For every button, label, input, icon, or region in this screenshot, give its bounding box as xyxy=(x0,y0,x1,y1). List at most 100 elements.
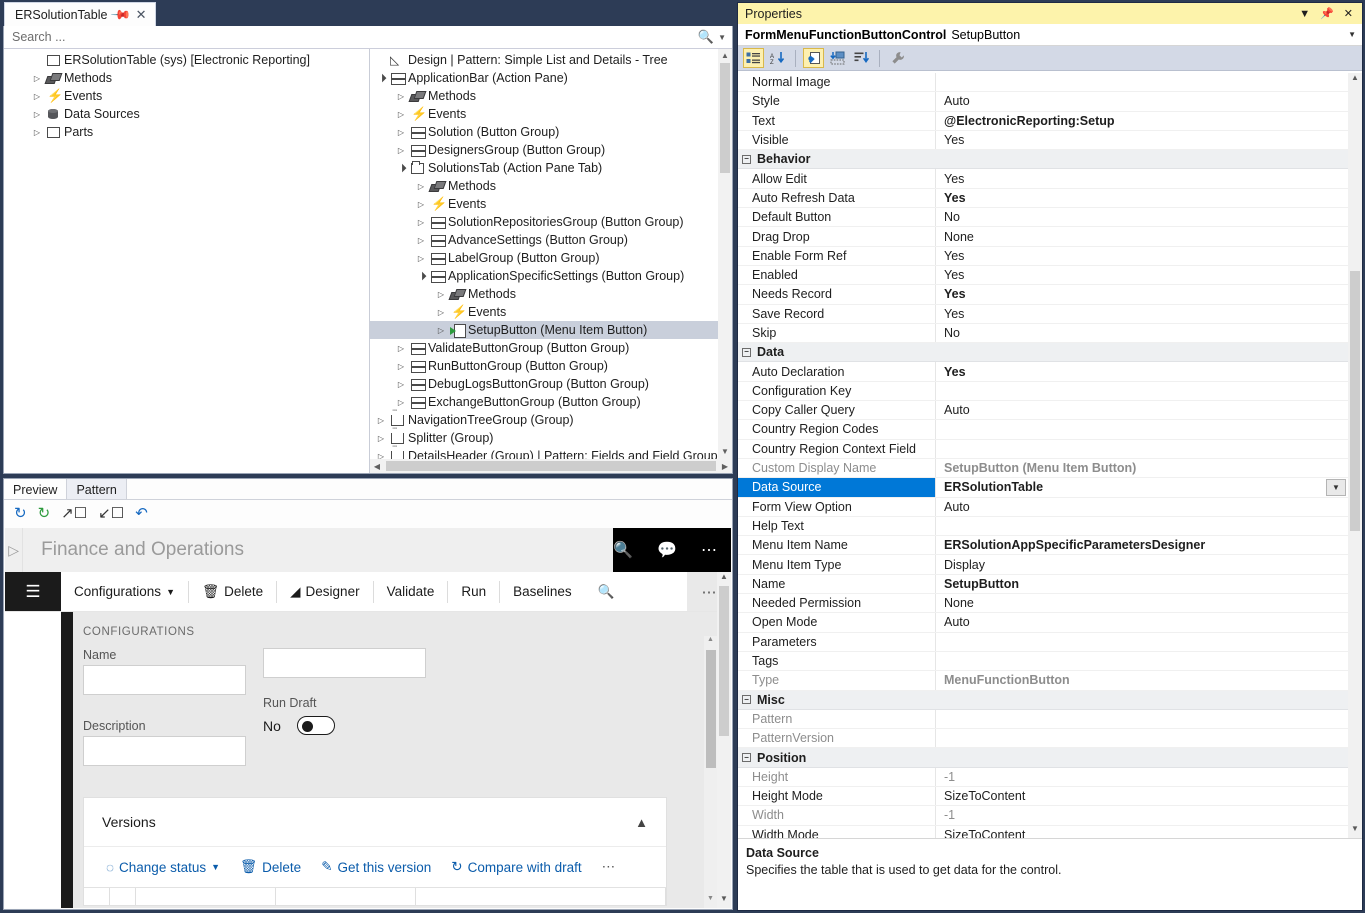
chevron-up-icon[interactable]: ▲ xyxy=(635,815,648,830)
collapse-toggle-icon[interactable]: − xyxy=(742,695,751,705)
property-value[interactable]: Yes xyxy=(936,362,1348,380)
property-row[interactable]: Name SetupButton xyxy=(738,574,1348,595)
undo-icon[interactable]: ↶ xyxy=(135,506,148,521)
property-value[interactable]: None xyxy=(936,594,1348,612)
expand-arrow-closed-icon[interactable] xyxy=(394,146,408,155)
tree-node[interactable]: ApplicationSpecificSettings (Button Grou… xyxy=(370,267,718,285)
tree-node[interactable]: ApplicationBar (Action Pane) xyxy=(370,69,718,87)
property-row[interactable]: Default Button No xyxy=(738,208,1348,228)
property-row[interactable]: Style Auto xyxy=(738,92,1348,112)
fo-input-description[interactable] xyxy=(83,736,246,766)
search-input[interactable]: Search ... xyxy=(4,30,698,44)
scrollbar-thumb[interactable] xyxy=(719,586,729,736)
pin-icon[interactable]: 📌 xyxy=(1315,7,1339,20)
close-icon[interactable]: ✕ xyxy=(1339,7,1358,20)
property-row[interactable]: Data Source ERSolutionTable ▼ xyxy=(738,478,1348,498)
alphabetical-sort-icon[interactable]: A Z xyxy=(767,48,788,68)
fo-action-baselines[interactable]: Baselines xyxy=(500,581,585,603)
expand-arrow-closed-icon[interactable] xyxy=(394,344,408,353)
property-row[interactable]: Parameters xyxy=(738,632,1348,652)
collapse-icon[interactable]: ↙☐ xyxy=(98,506,124,521)
property-row[interactable]: Copy Caller Query Auto xyxy=(738,401,1348,421)
property-value[interactable]: Auto xyxy=(936,401,1348,419)
scrollbar-thumb[interactable] xyxy=(720,63,730,173)
scroll-left-icon[interactable]: ◀ xyxy=(370,462,384,471)
property-value[interactable]: SizeToContent xyxy=(936,826,1348,838)
property-row[interactable]: Allow Edit Yes xyxy=(738,169,1348,189)
document-tab-ersolutiontable[interactable]: ERSolutionTable 📌 ✕ xyxy=(4,2,156,26)
expand-arrow-closed-icon[interactable] xyxy=(414,218,428,227)
property-value[interactable]: MenuFunctionButton xyxy=(936,671,1348,689)
property-value[interactable]: Yes xyxy=(936,247,1348,265)
fo-input-name[interactable] xyxy=(83,665,246,695)
property-row[interactable]: Custom Display Name SetupButton (Menu Ite… xyxy=(738,458,1348,479)
expand-arrow-closed-icon[interactable] xyxy=(394,110,408,119)
collapse-toggle-icon[interactable]: − xyxy=(742,753,751,763)
expand-arrow-closed-icon[interactable] xyxy=(30,74,44,83)
feedback-icon[interactable]: 💬 xyxy=(657,540,677,560)
property-value[interactable]: SetupButton xyxy=(936,575,1348,593)
tree-node[interactable]: LabelGroup (Button Group) xyxy=(370,249,718,267)
property-row[interactable]: Width -1 xyxy=(738,806,1348,826)
fo-versions-overflow-ellipsis-icon[interactable]: ⋯ xyxy=(594,859,624,875)
property-row[interactable]: Enabled Yes xyxy=(738,265,1348,286)
expand-arrow-closed-icon[interactable] xyxy=(414,182,428,191)
property-value[interactable] xyxy=(936,633,1348,651)
expand-arrow-closed-icon[interactable] xyxy=(374,416,388,425)
properties-page-icon[interactable] xyxy=(803,48,824,68)
pin-icon[interactable]: 📌 xyxy=(110,3,132,25)
property-row[interactable]: Help Text xyxy=(738,516,1348,537)
property-row[interactable]: Needed Permission None xyxy=(738,594,1348,614)
tree-node[interactable]: Methods xyxy=(4,69,369,87)
scroll-down-icon[interactable]: ▼ xyxy=(1348,824,1362,838)
scroll-up-icon[interactable]: ▲ xyxy=(717,572,731,586)
chevron-down-icon[interactable]: ▼ xyxy=(166,587,175,597)
search-icon[interactable]: 🔍 xyxy=(613,540,633,560)
property-row[interactable]: Save Record Yes xyxy=(738,304,1348,324)
collapse-toggle-icon[interactable]: − xyxy=(742,154,751,164)
property-value[interactable] xyxy=(936,420,1348,438)
property-row[interactable]: Form View Option Auto xyxy=(738,497,1348,517)
tree-node[interactable]: Methods xyxy=(370,177,718,195)
open-external-icon[interactable]: ↗☐ xyxy=(61,506,87,521)
property-row[interactable]: Normal Image xyxy=(738,73,1348,93)
property-row[interactable]: Skip No xyxy=(738,323,1348,344)
tree-node[interactable]: Data Sources xyxy=(4,105,369,123)
scrollbar-thumb-h[interactable] xyxy=(386,461,716,471)
property-row[interactable]: Country Region Context Field xyxy=(738,439,1348,459)
property-value[interactable]: Auto xyxy=(936,92,1348,110)
property-row[interactable]: Auto Refresh Data Yes xyxy=(738,188,1348,209)
fo-input-unlabeled[interactable] xyxy=(263,648,426,678)
property-value[interactable]: Yes xyxy=(936,305,1348,323)
property-value[interactable]: -1 xyxy=(936,806,1348,824)
property-value[interactable]: Display xyxy=(936,555,1348,573)
design-tree-vscrollbar[interactable]: ▲ ▼ xyxy=(718,49,732,459)
property-row[interactable]: Menu Item Name ERSolutionAppSpecificParam… xyxy=(738,536,1348,556)
expand-arrow-closed-icon[interactable] xyxy=(414,236,428,245)
property-row[interactable]: Pattern xyxy=(738,709,1348,730)
property-row[interactable]: Country Region Codes xyxy=(738,420,1348,440)
fo-action-version-delete[interactable]: 🗑 Delete xyxy=(232,859,309,875)
tree-node[interactable]: ERSolutionTable (sys) [Electronic Report… xyxy=(4,51,369,69)
expand-arrow-closed-icon[interactable] xyxy=(414,200,428,209)
expand-arrow-closed-icon[interactable] xyxy=(394,92,408,101)
fo-versions-header[interactable]: Versions ▲ xyxy=(84,798,666,847)
expand-arrow-closed-icon[interactable] xyxy=(434,290,448,299)
chevron-down-icon[interactable]: ▼ xyxy=(1326,478,1346,496)
tree-node[interactable]: Parts xyxy=(4,123,369,141)
property-row[interactable]: Height -1 xyxy=(738,767,1348,787)
property-category-row[interactable]: − Misc xyxy=(738,690,1348,710)
property-row[interactable]: Drag Drop None xyxy=(738,227,1348,247)
fo-action-change-status[interactable]: ◌ Change status ▼ xyxy=(98,860,228,875)
property-category-row[interactable]: − Behavior xyxy=(738,150,1348,170)
tab-pattern[interactable]: Pattern xyxy=(66,479,127,499)
close-icon[interactable]: ✕ xyxy=(136,8,147,21)
tree-node[interactable]: Methods xyxy=(370,87,718,105)
property-row[interactable]: PatternVersion xyxy=(738,729,1348,749)
property-value[interactable]: Yes xyxy=(936,285,1348,303)
fo-action-designer[interactable]: ◢ Designer xyxy=(277,581,372,603)
scroll-up-icon[interactable]: ▲ xyxy=(1348,73,1362,87)
expand-arrow-closed-icon[interactable] xyxy=(414,254,428,263)
ellipsis-icon[interactable]: ⋯ xyxy=(701,540,717,560)
property-row[interactable]: Configuration Key xyxy=(738,381,1348,402)
